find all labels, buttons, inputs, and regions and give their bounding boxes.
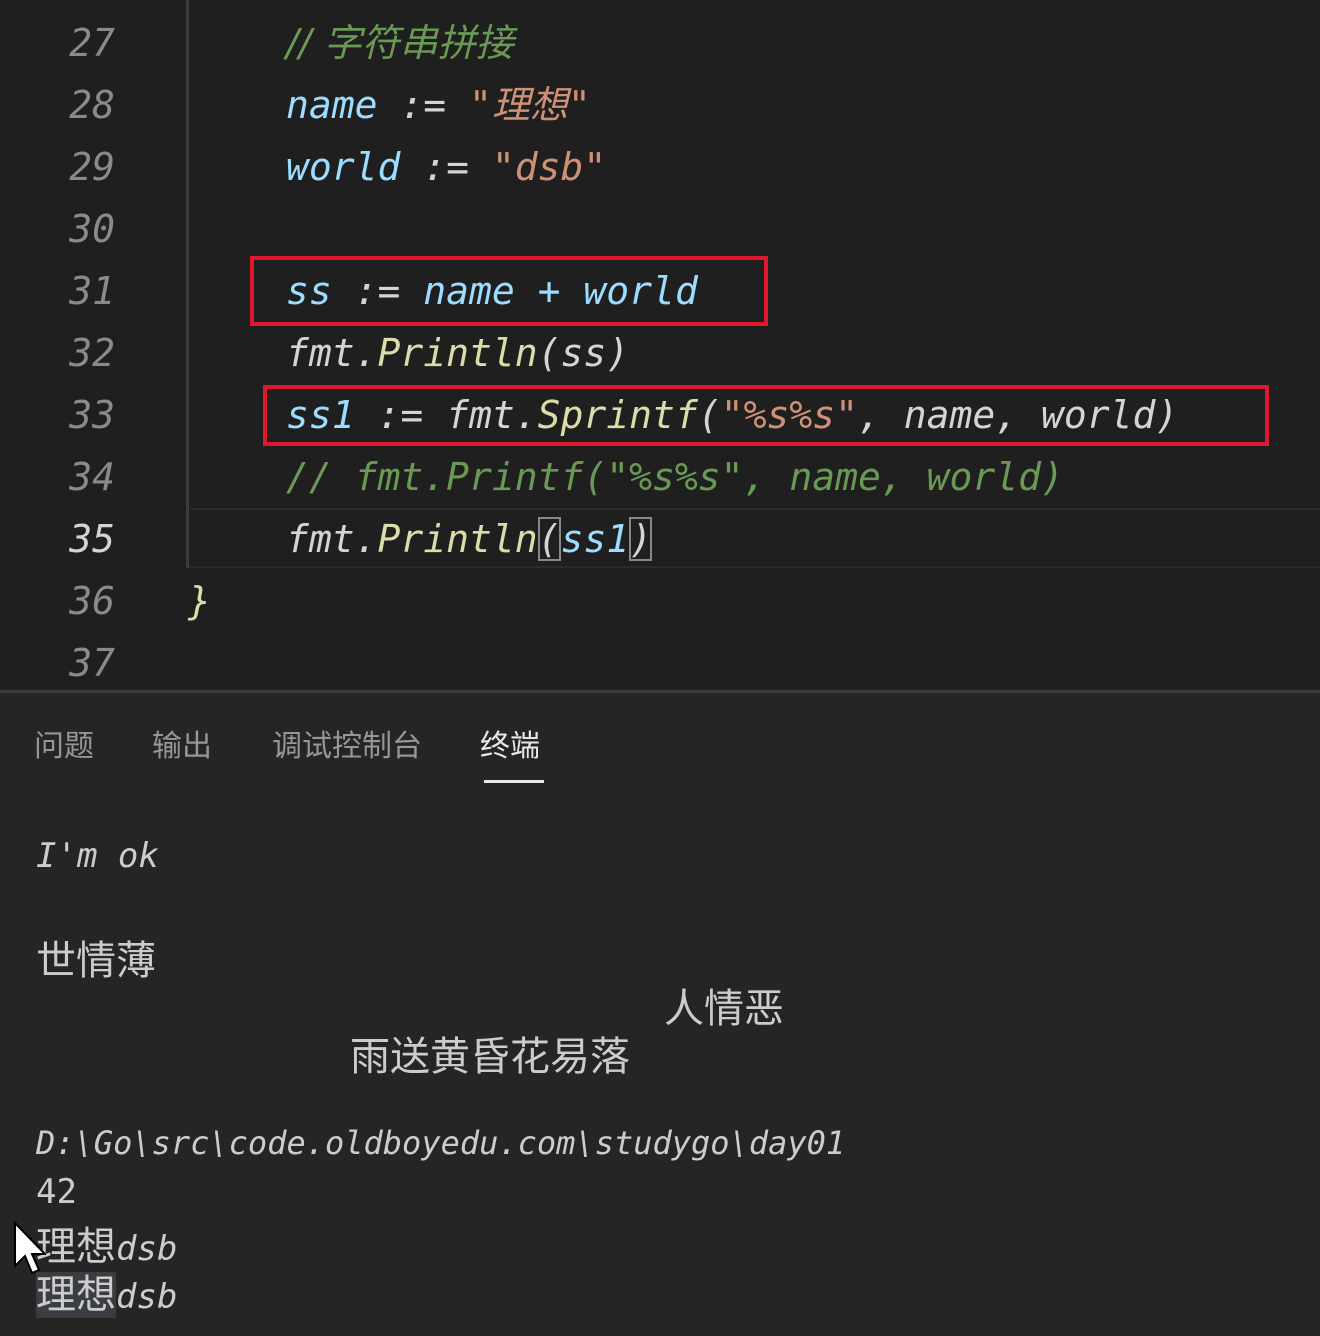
comment: // fmt.Printf("%s%s", name, world) <box>286 455 1064 499</box>
code-line[interactable]: 30 <box>0 198 1320 260</box>
line-number: 28 <box>69 83 115 127</box>
panel-tabs: 问题 输出 调试控制台 终端 <box>0 722 1320 772</box>
line-number: 36 <box>69 579 115 623</box>
terminal-line: 世情薄 <box>36 938 156 984</box>
code-line[interactable]: 34 // fmt.Printf("%s%s", name, world) <box>0 446 1320 508</box>
active-tab-indicator <box>484 780 544 783</box>
code-line[interactable]: 27 // 字符串拼接 <box>0 12 1320 74</box>
code-editor[interactable]: 27 // 字符串拼接 28 name := "理想" 29 world := … <box>0 0 1320 690</box>
bracket-match: ) <box>629 517 653 561</box>
closing-brace: } <box>188 579 211 623</box>
terminal-line: I'm ok <box>36 836 159 876</box>
code-line-active[interactable]: 35 fmt.Println(ss1) <box>0 508 1320 570</box>
code-line[interactable]: 32 fmt.Println(ss) <box>0 322 1320 384</box>
code-line[interactable]: 29 world := "dsb" <box>0 136 1320 198</box>
line-number: 34 <box>69 455 115 499</box>
line-number: 29 <box>69 145 115 189</box>
tab-output[interactable]: 输出 <box>152 722 212 772</box>
terminal-line: 42 <box>36 1172 77 1212</box>
line-number: 30 <box>69 207 115 251</box>
line-number: 33 <box>69 393 115 437</box>
line-number: 35 <box>69 517 115 561</box>
code-text: fmt.Println(ss) <box>286 331 630 375</box>
tab-debug-console[interactable]: 调试控制台 <box>272 722 422 772</box>
terminal-line: 理想dsb <box>36 1272 178 1318</box>
bracket-match: ( <box>537 517 561 561</box>
line-number: 32 <box>69 331 115 375</box>
mouse-cursor-icon <box>14 1220 46 1275</box>
panel-divider[interactable] <box>0 690 1320 693</box>
code-line[interactable]: 37 <box>0 632 1320 690</box>
code-text: fmt.Println(ss1) <box>286 517 653 561</box>
line-number: 27 <box>69 21 115 65</box>
code-text: name := "理想" <box>286 83 591 127</box>
code-line[interactable]: 36 } <box>0 570 1320 632</box>
code-text: world := "dsb" <box>286 145 607 189</box>
line-number: 37 <box>69 641 115 685</box>
comment: // 字符串拼接 <box>286 21 514 65</box>
code-line[interactable]: 28 name := "理想" <box>0 74 1320 136</box>
tab-problems[interactable]: 问题 <box>34 722 94 772</box>
line-number: 31 <box>69 269 115 313</box>
terminal-line: 雨送黄昏花易落 <box>350 1034 630 1080</box>
terminal-prompt-path: D:\Go\src\code.oldboyedu.com\studygo\day… <box>36 1124 846 1162</box>
annotation-box-concat <box>250 256 768 326</box>
tab-terminal[interactable]: 终端 <box>480 722 540 772</box>
annotation-box-sprintf <box>263 385 1269 446</box>
terminal-line: 人情恶 <box>664 986 784 1032</box>
